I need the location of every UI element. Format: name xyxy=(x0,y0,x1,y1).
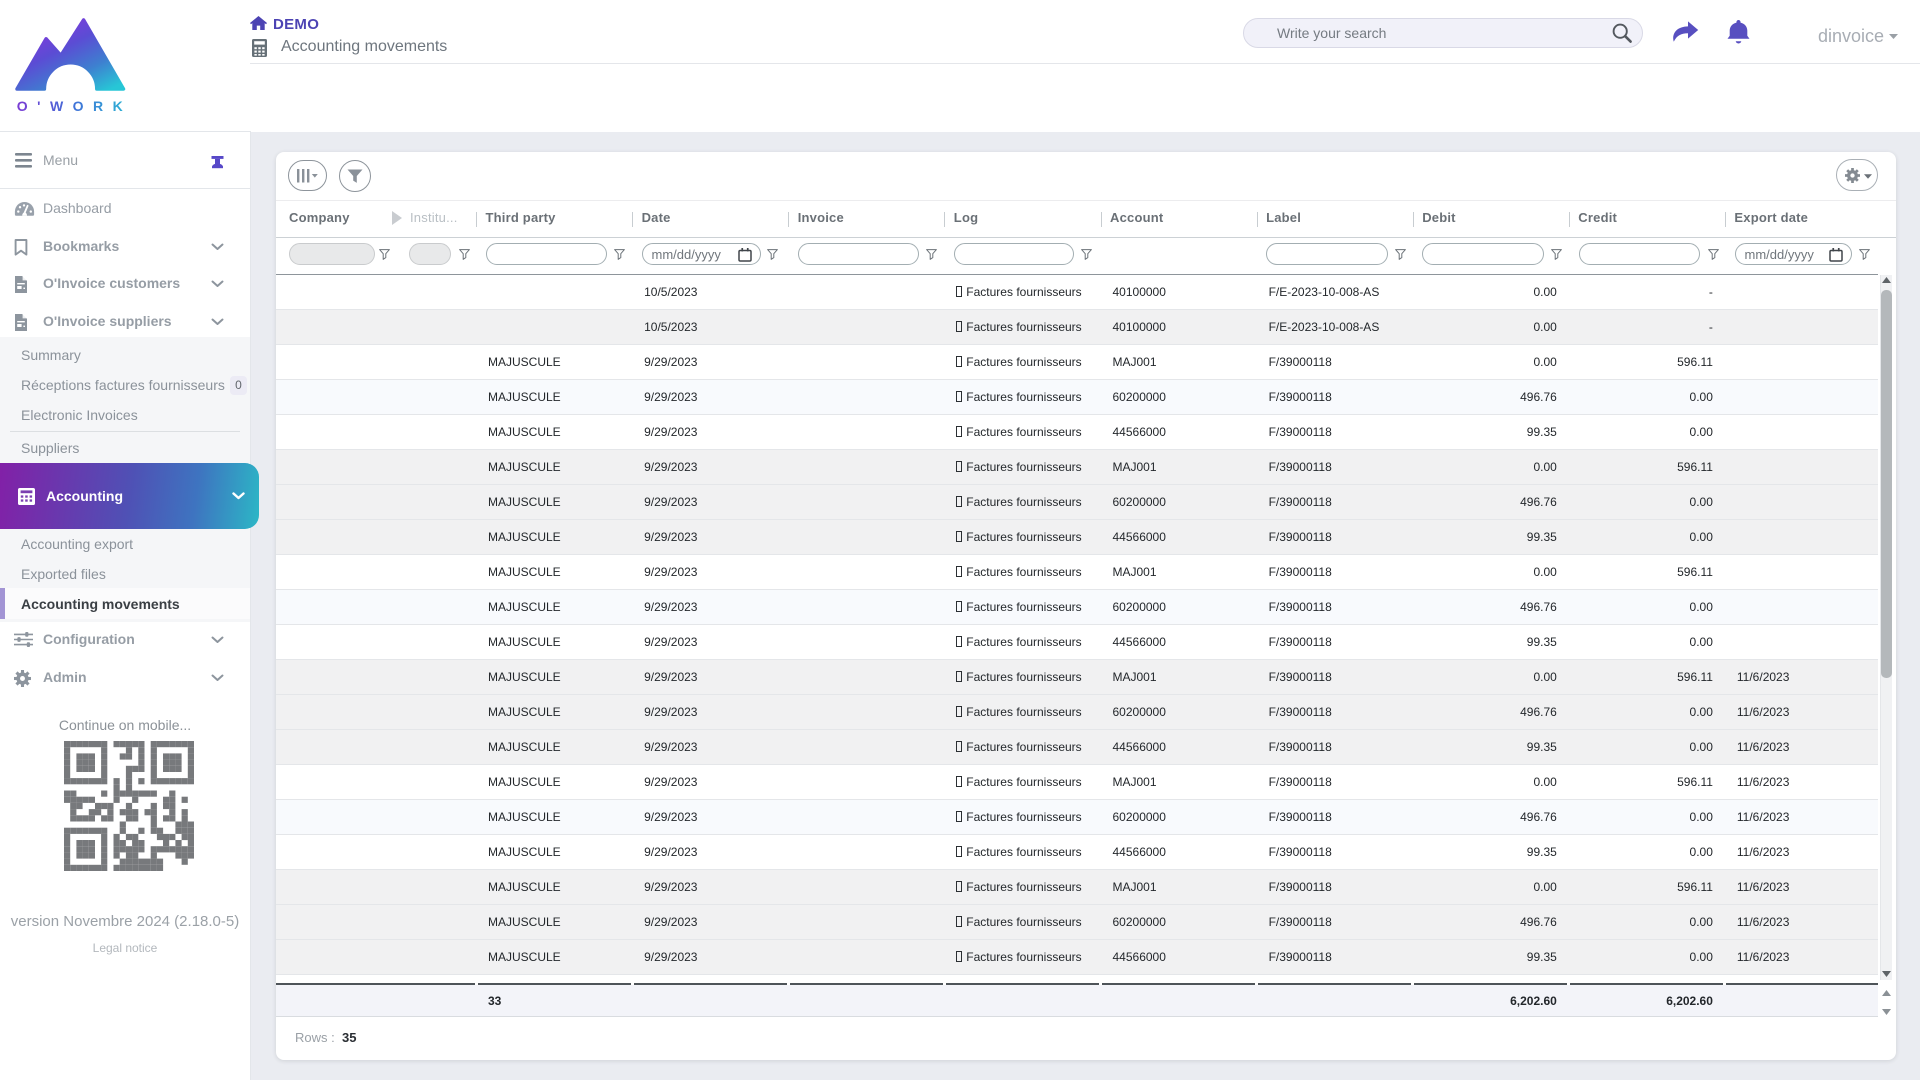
svg-text:O'WORK: O'WORK xyxy=(17,98,130,114)
